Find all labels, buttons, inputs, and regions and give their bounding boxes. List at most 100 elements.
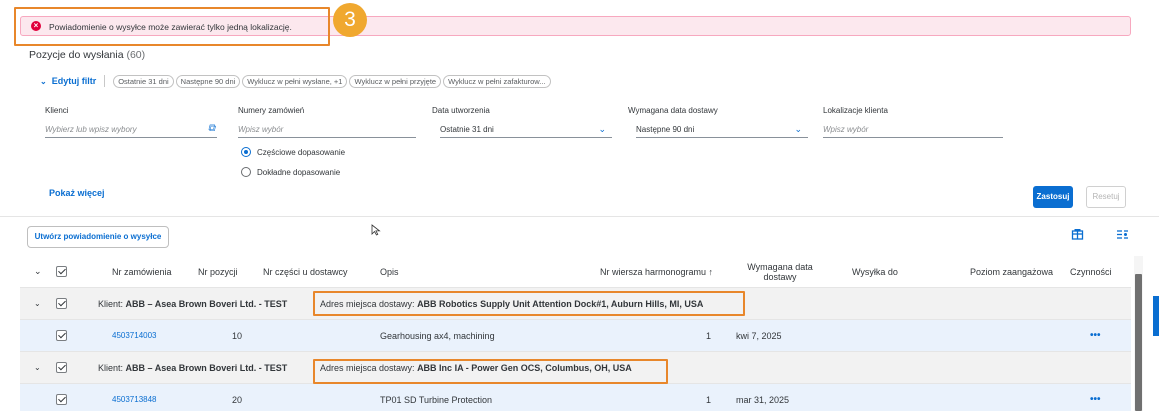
group-checkbox[interactable] bbox=[56, 352, 67, 383]
column-settings-icon[interactable] bbox=[1116, 228, 1129, 244]
required-date: mar 31, 2025 bbox=[736, 394, 790, 405]
client-prefix: Klient: bbox=[98, 298, 124, 309]
mouse-cursor-icon bbox=[371, 224, 381, 236]
error-message-text: Powiadomienie o wysyłce może zawierać ty… bbox=[49, 22, 292, 32]
client-name: ABB – Asea Brown Boveri Ltd. - TEST bbox=[125, 298, 288, 309]
value-help-icon[interactable]: ⧉ bbox=[208, 123, 215, 134]
required-date: kwi 7, 2025 bbox=[736, 330, 782, 341]
chevron-down-icon[interactable]: ⌄ bbox=[794, 124, 802, 135]
scrollbar-thumb[interactable] bbox=[1135, 274, 1142, 411]
schedule-line: 1 bbox=[706, 330, 712, 341]
column-header-description[interactable]: Opis bbox=[380, 256, 399, 287]
section-title: Pozycje do wysłania (60) bbox=[29, 49, 145, 61]
show-more-link[interactable]: Pokaż więcej bbox=[49, 188, 105, 198]
expand-all-chevron-icon[interactable]: ⌄ bbox=[34, 256, 42, 287]
group-address: Adres miejsca dostawy: ABB Inc IA - Powe… bbox=[320, 352, 632, 383]
address-prefix: Adres miejsca dostawy: bbox=[320, 298, 415, 309]
row-checkbox[interactable] bbox=[56, 384, 67, 411]
radio-partial-match[interactable]: Częściowe dopasowanie bbox=[241, 147, 345, 157]
radio-unselected[interactable] bbox=[241, 167, 251, 177]
table-header-row: ⌄ Nr zamówienia Nr pozycji Nr części u d… bbox=[20, 256, 1131, 288]
checkbox[interactable] bbox=[56, 362, 67, 373]
radio-selected[interactable] bbox=[241, 147, 251, 157]
filter-chip[interactable]: Ostatnie 31 dni bbox=[113, 74, 174, 88]
created-date-value: Ostatnie 31 dni bbox=[440, 125, 494, 134]
divider bbox=[0, 216, 1159, 217]
checkbox[interactable] bbox=[56, 330, 67, 341]
apply-button[interactable]: Zastosuj bbox=[1033, 186, 1073, 208]
filter-chip[interactable]: Wyklucz w pełni przyjęte bbox=[349, 74, 442, 88]
created-date-label: Data utworzenia bbox=[432, 106, 490, 115]
delivery-date-select[interactable]: Następne 90 dni ⌄ bbox=[636, 122, 808, 138]
orders-label: Numery zamówień bbox=[238, 106, 305, 115]
filter-chip[interactable]: Wyklucz w pełni zafakturow... bbox=[443, 74, 551, 88]
address-prefix: Adres miejsca dostawy: bbox=[320, 362, 415, 373]
section-title-text: Pozycje do wysłania bbox=[29, 49, 124, 61]
side-panel-handle[interactable] bbox=[1153, 296, 1159, 336]
checkbox[interactable] bbox=[56, 394, 67, 405]
column-header-item-no[interactable]: Nr pozycji bbox=[198, 256, 238, 287]
collapse-chevron-icon[interactable]: ⌄ bbox=[34, 352, 41, 383]
column-header-schedule-line[interactable]: Nr wiersza harmonogramu ↑ bbox=[600, 256, 713, 287]
customer-location-input[interactable]: Wpisz wybór bbox=[823, 122, 1003, 138]
separator bbox=[104, 75, 106, 87]
chevron-down-icon: ⌄ bbox=[40, 76, 47, 86]
edit-filter-link[interactable]: ⌄ Edytuj filtr bbox=[40, 76, 96, 86]
delivery-date-label: Wymagana data dostawy bbox=[628, 106, 718, 115]
row-checkbox[interactable] bbox=[56, 320, 67, 351]
client-prefix: Klient: bbox=[98, 362, 124, 373]
item-description: Gearhousing ax4, machining bbox=[380, 330, 495, 341]
column-header-commitment[interactable]: Poziom zaangażowa bbox=[970, 256, 1053, 287]
column-header-required-date[interactable]: Wymagana data dostawy bbox=[735, 256, 825, 287]
table-view-icon[interactable] bbox=[1071, 228, 1084, 244]
orders-placeholder: Wpisz wybór bbox=[238, 125, 284, 134]
chevron-down-icon[interactable]: ⌄ bbox=[598, 124, 606, 135]
group-client: Klient: ABB – Asea Brown Boveri Ltd. - T… bbox=[98, 288, 287, 319]
item-count: (60) bbox=[126, 49, 146, 61]
error-circle-icon: × bbox=[31, 21, 41, 31]
item-description: TP01 SD Turbine Protection bbox=[380, 394, 493, 405]
table-row[interactable]: 4503714003 10 Gearhousing ax4, machining… bbox=[20, 320, 1131, 352]
customer-location-placeholder: Wpisz wybór bbox=[823, 125, 869, 134]
column-header-actions: Czynności bbox=[1070, 266, 1112, 277]
filter-bar: ⌄ Edytuj filtr Ostatnie 31 dni Następne … bbox=[40, 73, 553, 89]
delivery-date-value: Następne 90 dni bbox=[636, 125, 695, 134]
created-date-select[interactable]: Ostatnie 31 dni ⌄ bbox=[440, 122, 612, 138]
address-value: ABB Inc IA - Power Gen OCS, Columbus, OH… bbox=[417, 362, 632, 373]
client-name: ABB – Asea Brown Boveri Ltd. - TEST bbox=[125, 362, 288, 373]
filter-chip[interactable]: Wyklucz w pełni wysłane, +1 bbox=[242, 74, 348, 88]
select-all-checkbox[interactable] bbox=[56, 256, 67, 287]
order-number-link[interactable]: 4503713848 bbox=[112, 384, 157, 411]
clients-label: Klienci bbox=[45, 106, 69, 115]
group-checkbox[interactable] bbox=[56, 288, 67, 319]
orders-input[interactable]: Wpisz wybór bbox=[238, 122, 416, 138]
group-address: Adres miejsca dostawy: ABB Robotics Supp… bbox=[320, 288, 703, 319]
column-header-ship-to[interactable]: Wysyłka do bbox=[852, 256, 898, 287]
item-number: 10 bbox=[232, 330, 243, 341]
create-ship-notice-button[interactable]: Utwórz powiadomienie o wysyłce bbox=[27, 226, 169, 248]
clients-placeholder: Wybierz lub wpisz wybory bbox=[45, 125, 137, 134]
edit-filter-label: Edytuj filtr bbox=[51, 76, 97, 86]
order-number-link[interactable]: 4503714003 bbox=[112, 320, 157, 351]
group-row[interactable]: ⌄ Klient: ABB – Asea Brown Boveri Ltd. -… bbox=[20, 352, 1131, 384]
radio-exact-match[interactable]: Dokładne dopasowanie bbox=[241, 167, 340, 177]
schedule-line: 1 bbox=[706, 394, 712, 405]
row-actions-button[interactable]: ••• bbox=[1090, 320, 1101, 351]
collapse-chevron-icon[interactable]: ⌄ bbox=[34, 288, 41, 319]
group-row[interactable]: ⌄ Klient: ABB – Asea Brown Boveri Ltd. -… bbox=[20, 288, 1131, 320]
address-value: ABB Robotics Supply Unit Attention Dock#… bbox=[417, 298, 704, 309]
table-row[interactable]: 4503713848 20 TP01 SD Turbine Protection… bbox=[20, 384, 1131, 411]
row-actions-button[interactable]: ••• bbox=[1090, 384, 1101, 411]
radio-exact-label: Dokładne dopasowanie bbox=[257, 167, 341, 177]
group-client: Klient: ABB – Asea Brown Boveri Ltd. - T… bbox=[98, 352, 287, 383]
filter-chip[interactable]: Następne 90 dni bbox=[175, 74, 241, 88]
customer-location-label: Lokalizacje klienta bbox=[823, 106, 888, 115]
reset-button[interactable]: Resetuj bbox=[1086, 186, 1126, 208]
column-header-order-no[interactable]: Nr zamówienia bbox=[112, 256, 172, 287]
checkbox[interactable] bbox=[56, 298, 67, 309]
error-message-strip: × Powiadomienie o wysyłce może zawierać … bbox=[20, 16, 1131, 36]
column-header-supplier-part[interactable]: Nr części u dostawcy bbox=[263, 256, 348, 287]
clients-input[interactable]: Wybierz lub wpisz wybory ⧉ bbox=[45, 122, 217, 138]
item-number: 20 bbox=[232, 394, 243, 405]
checkbox[interactable] bbox=[56, 266, 67, 277]
